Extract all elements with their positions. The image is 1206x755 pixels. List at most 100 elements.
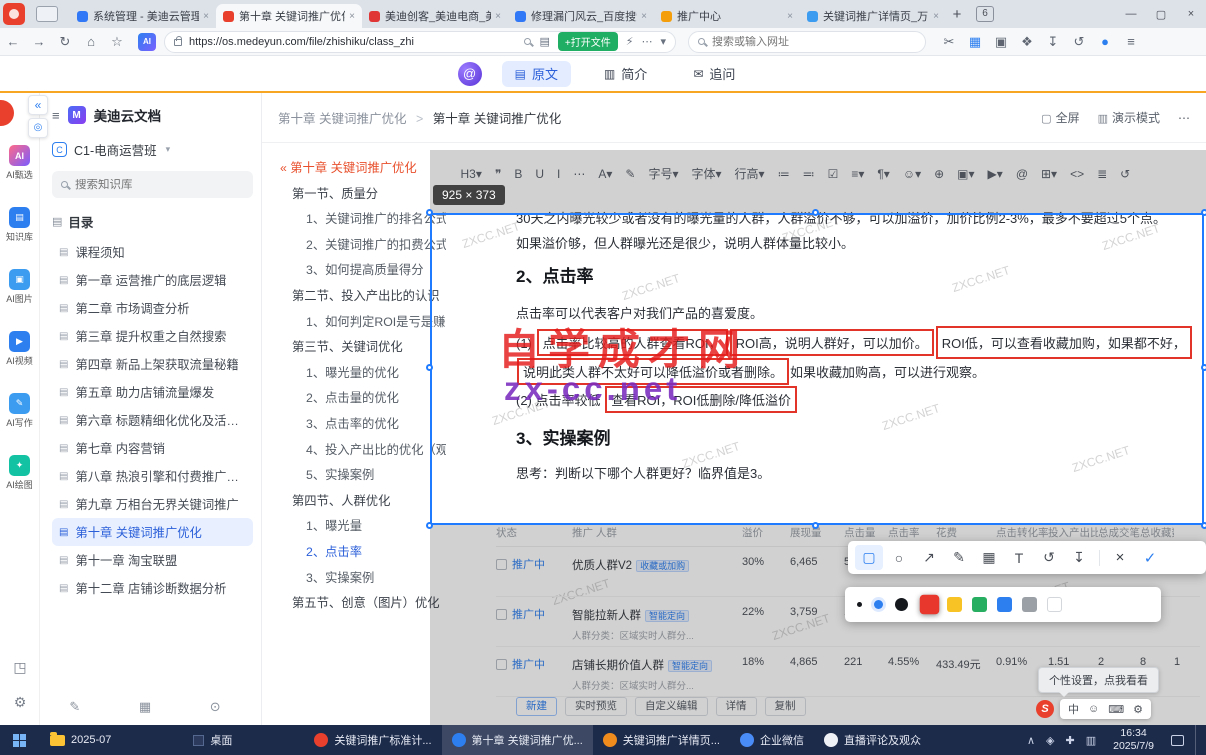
brush-size-dot[interactable] [857, 602, 862, 607]
browser-tab[interactable]: 修理漏门风云_百度搜索 × [508, 4, 654, 28]
rail-ai-writing[interactable]: ✎ AI写作 [6, 393, 33, 429]
chapter-item[interactable]: ▤ 第五章 助力店铺流量爆发 [52, 378, 253, 406]
class-selector[interactable]: C C1-电商运营班 ▾ [52, 140, 253, 159]
edit-icon[interactable]: ✎ [69, 699, 80, 715]
kb-search-input[interactable] [75, 178, 225, 191]
toc-item[interactable]: « 第十章 关键词推广优化 [280, 156, 446, 182]
address-bar[interactable]: https://os.medeyun.com/file/zhishiku/cla… [164, 30, 676, 53]
rail-ai-select[interactable]: AI AI甄选 [6, 145, 33, 181]
extensions-icon[interactable]: ❖ [1014, 34, 1040, 50]
chapter-item[interactable]: ▤ 第九章 万相台无界关键词推广 [52, 490, 253, 518]
bookmark-star-icon[interactable]: ☆ [104, 34, 130, 50]
taskbar-app-button[interactable]: 关键词推广详情页... [593, 725, 730, 755]
url-text[interactable]: https://os.medeyun.com/file/zhishiku/cla… [189, 36, 524, 48]
toc-item[interactable]: 3、点击率的优化 [280, 412, 446, 438]
toc-item[interactable]: 1、曝光量的优化 [280, 361, 446, 387]
tab-close-icon[interactable]: × [933, 11, 939, 22]
toc-item[interactable]: 1、曝光量 [280, 514, 446, 540]
tray-icon[interactable]: ▥ [1086, 734, 1096, 747]
ellipse-tool[interactable]: ○ [885, 545, 913, 570]
tab-close-icon[interactable]: × [203, 11, 209, 22]
color-swatch[interactable] [1047, 597, 1062, 612]
resize-handle[interactable] [1201, 364, 1206, 371]
ime-button[interactable]: ⚙ [1133, 703, 1143, 716]
tray-icon[interactable]: ◈ [1046, 734, 1054, 747]
present-mode-button[interactable]: ▥ 演示模式 [1098, 109, 1160, 126]
view-mode-button[interactable]: ▤ 原文 [501, 60, 571, 87]
arrow-tool[interactable]: ↗ [915, 545, 943, 570]
hamburger-icon[interactable]: ≡ [52, 108, 60, 123]
screenshot-scissors-icon[interactable]: ✂ [936, 34, 962, 50]
chapter-item[interactable]: ▤ 第六章 标题精细化优化及活动报名 [52, 406, 253, 434]
sidebar-collapse-icon[interactable]: « [28, 95, 48, 115]
dropdown-chevron-icon[interactable]: ▾ [660, 35, 666, 48]
ime-button[interactable]: 中 [1068, 701, 1079, 717]
start-button[interactable] [13, 733, 26, 747]
rail-ai-draw[interactable]: ✦ AI绘图 [6, 455, 33, 491]
tab-close-icon[interactable]: × [349, 11, 355, 22]
toc-item[interactable]: 2、点击量的优化 [280, 386, 446, 412]
ime-button[interactable]: ☺ [1088, 703, 1099, 715]
more-actions-icon[interactable]: ⋯ [641, 35, 652, 48]
tray-icon[interactable]: ∧ [1027, 734, 1035, 747]
toc-item[interactable]: 5、实操案例 [280, 463, 446, 489]
toc-item[interactable]: 3、如何提高质量得分 [280, 258, 446, 284]
color-swatch[interactable] [972, 597, 987, 612]
forward-icon[interactable]: → [26, 34, 52, 49]
quick-action-icon[interactable]: ⚡ [626, 35, 634, 48]
resize-handle[interactable] [1201, 209, 1206, 216]
brush-size-dot[interactable] [874, 600, 883, 609]
taskbar-clock[interactable]: 16:34 2025/7/9 [1107, 727, 1160, 753]
chapter-item[interactable]: ▤ 第二章 市场调查分析 [52, 294, 253, 322]
chapter-item[interactable]: ▤ 第三章 提升权重之自然搜索 [52, 322, 253, 350]
download-icon[interactable]: ↧ [1040, 34, 1066, 50]
toc-item[interactable]: 1、如何判定ROI是亏是赚 [280, 310, 446, 336]
toc-item[interactable]: 4、投入产出比的优化（观察7天/15... [280, 438, 446, 464]
chapter-item[interactable]: ▤ 第八章 热浪引擎和付费推广简介 [52, 462, 253, 490]
settings-gear-icon[interactable]: ⚙ [14, 694, 27, 711]
chapter-item[interactable]: ▤ 第四章 新品上架获取流量秘籍 [52, 350, 253, 378]
toc-item[interactable]: 第二节、投入产出比的认识 [280, 284, 446, 310]
toc-item[interactable]: 第一节、质量分 [280, 182, 446, 208]
back-icon[interactable]: ← [0, 34, 26, 49]
resize-handle[interactable] [426, 522, 433, 529]
reload-icon[interactable]: ↻ [52, 34, 78, 50]
taskbar-app-button[interactable]: 企业微信 [730, 725, 814, 755]
more-options-icon[interactable]: ⋯ [1178, 111, 1190, 125]
toc-item[interactable]: 第三节、关键词优化 [280, 335, 446, 361]
browser-search-box[interactable] [688, 30, 926, 53]
reader-mode-icon[interactable]: ▣ [988, 34, 1014, 50]
taskbar-app-button[interactable]: 关键词推广标准计... [304, 725, 441, 755]
confirm-capture-icon[interactable]: ✓ [1136, 545, 1164, 570]
browser-tab[interactable]: 推广中心 × [654, 4, 800, 28]
show-desktop-button[interactable] [1195, 725, 1200, 755]
color-swatch[interactable] [1022, 597, 1037, 612]
toc-item[interactable]: 2、点击率 [280, 540, 446, 566]
view-mode-button[interactable]: ▥ 简介 [591, 61, 660, 87]
locate-icon[interactable]: ◎ [28, 118, 48, 138]
find-in-page-icon[interactable] [524, 38, 532, 45]
apps-grid-icon[interactable]: ▦ [962, 34, 988, 50]
chapter-item[interactable]: ▤ 第十一章 淘宝联盟 [52, 546, 253, 574]
save-tool[interactable]: ↧ [1065, 545, 1093, 570]
window-close-button[interactable]: × [1176, 8, 1206, 20]
open-file-button[interactable]: +打开文件 [557, 32, 618, 51]
rect-tool[interactable]: ▢ [855, 545, 883, 570]
notification-center-icon[interactable] [1171, 734, 1184, 746]
workspace-icon[interactable] [36, 6, 58, 22]
history-icon[interactable]: ↺ [1066, 34, 1092, 50]
undo-tool[interactable]: ↺ [1035, 545, 1063, 570]
color-swatch[interactable] [919, 594, 940, 615]
power-icon[interactable]: ⊙ [210, 699, 221, 715]
tab-close-icon[interactable]: × [495, 11, 501, 22]
color-swatch[interactable] [947, 597, 962, 612]
tab-close-icon[interactable]: × [787, 11, 793, 22]
search-input[interactable] [712, 35, 882, 48]
browser-tab[interactable]: 关键词推广详情页_万... × [800, 4, 946, 28]
ai-assistant-icon[interactable]: AI [138, 32, 156, 51]
taskbar-desktop-button[interactable]: 桌面 [183, 725, 242, 755]
pen-tool[interactable]: ✎ [945, 545, 973, 570]
tab-close-icon[interactable]: × [641, 11, 647, 22]
toc-item[interactable]: 第四节、人群优化 [280, 489, 446, 515]
browser-menu-icon[interactable]: ≡ [1118, 34, 1144, 49]
